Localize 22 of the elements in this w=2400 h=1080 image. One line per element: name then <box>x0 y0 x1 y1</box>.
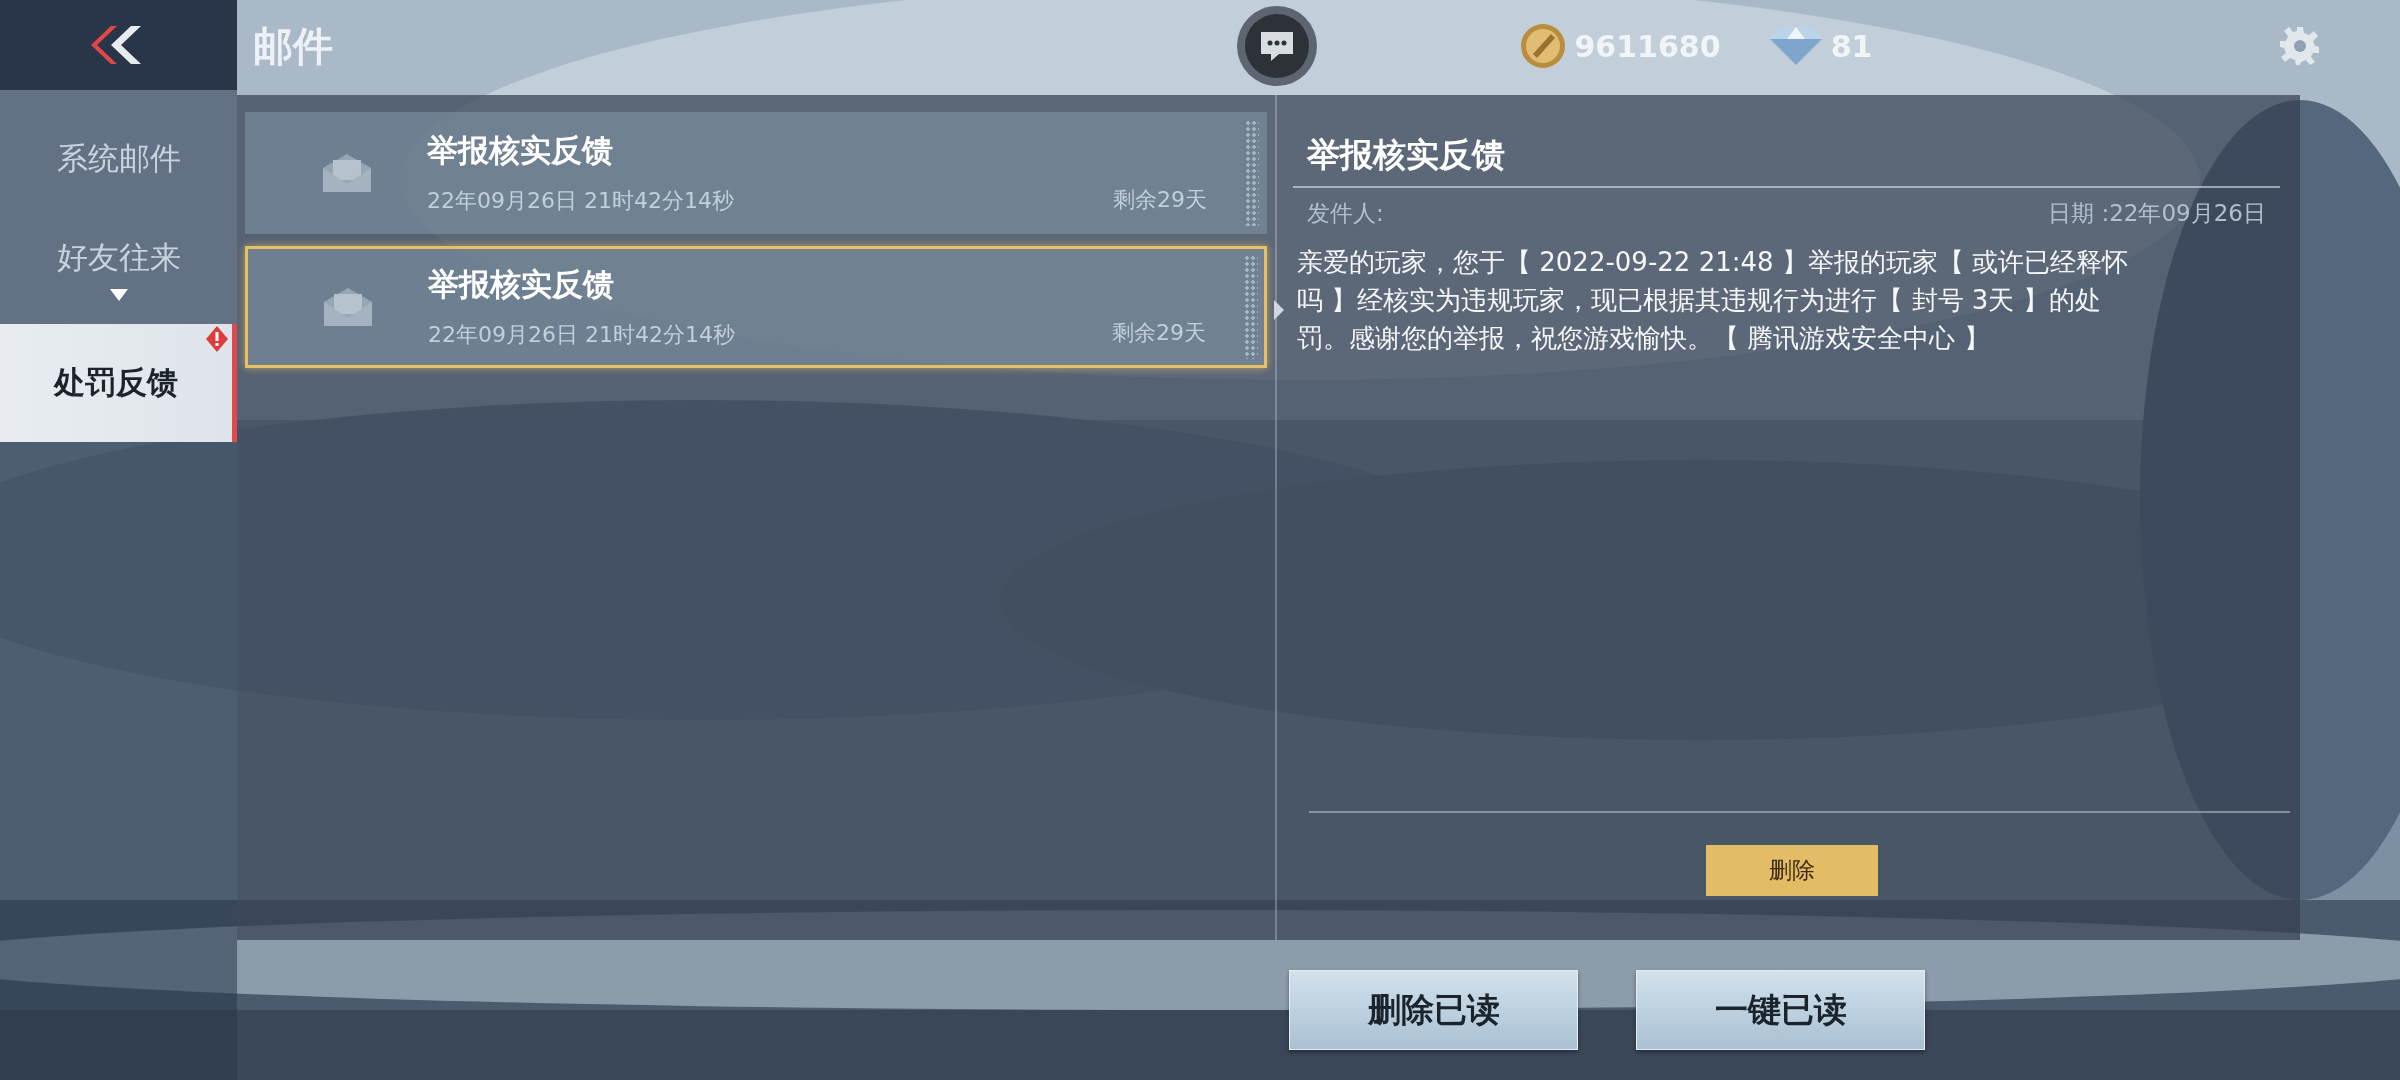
chat-icon[interactable] <box>1234 4 1319 88</box>
mail-time: 22年09月26日 21时42分14秒 <box>427 187 735 215</box>
mail-item[interactable]: 举报核实反馈 22年09月26日 21时42分14秒 剩余29天 <box>245 112 1267 234</box>
mail-expiry: 剩余29天 <box>1113 186 1207 214</box>
envelope-icon <box>321 152 373 194</box>
mail-date: 日期 :22年09月26日 <box>2048 199 2266 228</box>
mail-title: 举报核实反馈 <box>428 265 615 304</box>
sidebar-tab[interactable]: 处罚反馈 <box>0 324 237 442</box>
sender-label: 发件人: <box>1307 199 1384 228</box>
mail-subject: 举报核实反馈 <box>1293 133 2280 188</box>
mail-title: 举报核实反馈 <box>427 131 614 170</box>
coin-icon <box>1518 22 1567 70</box>
page-title: 邮件 <box>253 21 333 71</box>
mail-time: 22年09月26日 21时42分14秒 <box>428 321 736 349</box>
delete-button[interactable]: 删除 <box>1705 845 1878 896</box>
envelope-icon <box>322 286 374 328</box>
diamond-icon <box>1768 25 1823 67</box>
mail-body: 亲爱的玩家，您于【 2022-09-22 21:48 】举报的玩家【 或许已经释怀吗 】经核实为违规玩家，现已根据其违规行为进行【 封号 3天 】的处罚。感谢您的举报，祝您游戏愉快。【 腾讯游戏安全中心 】 <box>1296 246 2130 355</box>
action-button[interactable]: 一键已读 <box>1636 970 1925 1050</box>
action-button[interactable]: 删除已读 <box>1289 970 1578 1050</box>
mail-item[interactable]: 举报核实反馈 22年09月26日 21时42分14秒 剩余29天 <box>245 246 1267 368</box>
mail-expiry: 剩余29天 <box>1112 319 1206 347</box>
